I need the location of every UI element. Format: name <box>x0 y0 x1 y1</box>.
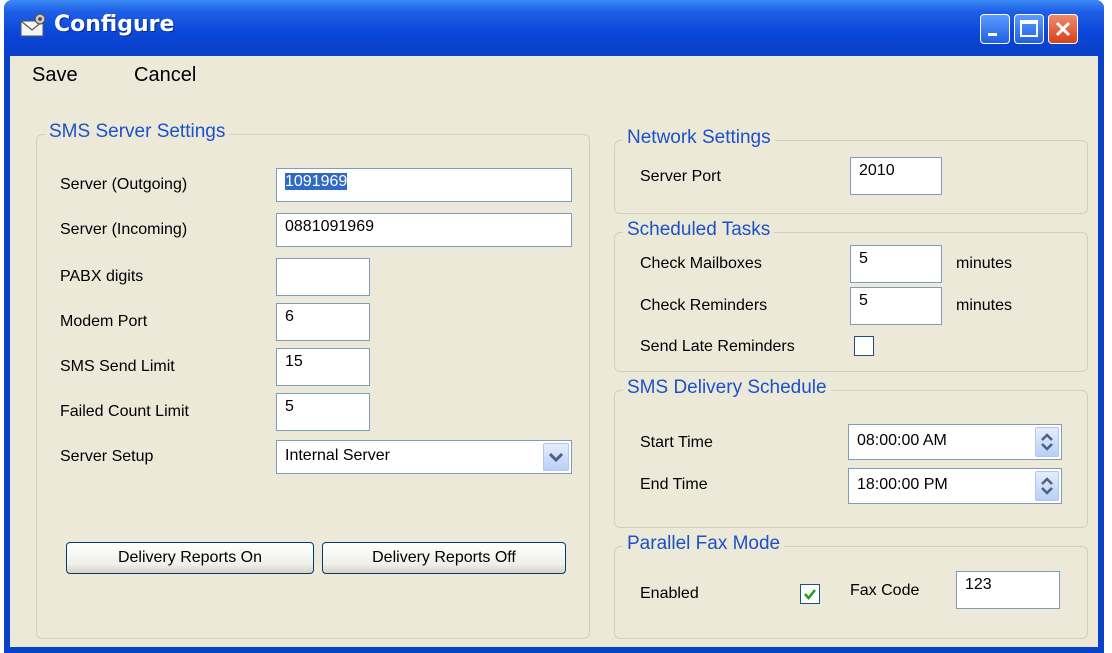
checkmark-icon <box>804 589 816 600</box>
server-outgoing-input[interactable]: 1091969 <box>276 168 572 202</box>
end-time-label: End Time <box>640 476 708 493</box>
end-time-value: 18:00:00 PM <box>857 476 948 493</box>
failed-count-limit-label: Failed Count Limit <box>60 403 189 420</box>
sms-send-limit-label: SMS Send Limit <box>60 358 175 375</box>
sms-delivery-schedule-legend: SMS Delivery Schedule <box>623 377 831 399</box>
dialog-client-area: Save Cancel SMS Server Settings Server (… <box>10 56 1098 647</box>
delivery-reports-off-button[interactable]: Delivery Reports Off <box>322 542 566 574</box>
close-icon <box>1055 21 1071 37</box>
close-button[interactable] <box>1048 14 1078 44</box>
fax-code-label: Fax Code <box>850 582 920 599</box>
check-mailboxes-label: Check Mailboxes <box>640 255 762 272</box>
maximize-icon <box>1020 20 1038 37</box>
server-setup-select[interactable]: Internal Server <box>276 440 572 474</box>
start-time-picker[interactable]: 08:00:00 AM <box>848 424 1062 460</box>
server-setup-label: Server Setup <box>60 448 154 465</box>
check-reminders-label: Check Reminders <box>640 297 768 314</box>
failed-count-limit-input[interactable]: 5 <box>276 393 370 431</box>
up-down-arrows-icon <box>1041 433 1053 451</box>
minimize-icon <box>988 33 997 36</box>
check-reminders-unit: minutes <box>956 297 1013 314</box>
enabled-checkbox[interactable] <box>800 584 820 604</box>
parallel-fax-mode-legend: Parallel Fax Mode <box>623 533 785 555</box>
start-time-value: 08:00:00 AM <box>857 432 947 449</box>
start-time-spinner[interactable] <box>1035 427 1059 457</box>
end-time-spinner[interactable] <box>1035 471 1059 501</box>
network-settings-legend: Network Settings <box>623 127 775 149</box>
modem-port-input[interactable]: 6 <box>276 303 370 341</box>
server-setup-dropdown-button[interactable] <box>543 443 569 471</box>
server-outgoing-label: Server (Outgoing) <box>60 176 188 193</box>
end-time-picker[interactable]: 18:00:00 PM <box>848 468 1062 504</box>
maximize-button[interactable] <box>1014 14 1044 44</box>
check-mailboxes-unit: minutes <box>956 255 1013 272</box>
check-reminders-input[interactable]: 5 <box>850 287 942 325</box>
menu-cancel[interactable]: Cancel <box>134 64 196 87</box>
send-late-reminders-label: Send Late Reminders <box>640 338 795 355</box>
configure-window: Configure Save Cancel SMS Server Setting… <box>4 0 1104 653</box>
server-port-label: Server Port <box>640 168 721 185</box>
send-late-reminders-checkbox[interactable] <box>854 336 874 356</box>
server-outgoing-value: 1091969 <box>285 173 348 190</box>
check-mailboxes-input[interactable]: 5 <box>850 245 942 283</box>
sms-server-settings-legend: SMS Server Settings <box>45 121 230 143</box>
title-bar[interactable]: Configure <box>4 0 1104 56</box>
configure-app-icon <box>20 13 46 37</box>
menu-bar: Save Cancel <box>10 56 1098 94</box>
server-incoming-label: Server (Incoming) <box>60 221 188 238</box>
window-title: Configure <box>54 12 175 37</box>
delivery-reports-on-button[interactable]: Delivery Reports On <box>66 542 314 574</box>
fax-code-input[interactable]: 123 <box>956 571 1060 609</box>
pabx-digits-label: PABX digits <box>60 268 144 285</box>
menu-save[interactable]: Save <box>32 64 78 87</box>
modem-port-label: Modem Port <box>60 313 148 330</box>
sms-send-limit-input[interactable]: 15 <box>276 348 370 386</box>
scheduled-tasks-legend: Scheduled Tasks <box>623 219 775 241</box>
up-down-arrows-icon <box>1041 477 1053 495</box>
minimize-button[interactable] <box>980 14 1010 44</box>
start-time-label: Start Time <box>640 434 713 451</box>
server-port-input[interactable]: 2010 <box>850 157 942 195</box>
server-setup-value: Internal Server <box>285 447 390 464</box>
pabx-digits-input[interactable] <box>276 258 370 296</box>
enabled-label: Enabled <box>640 585 699 602</box>
server-incoming-input[interactable]: 0881091969 <box>276 213 572 247</box>
chevron-down-icon <box>548 452 564 463</box>
